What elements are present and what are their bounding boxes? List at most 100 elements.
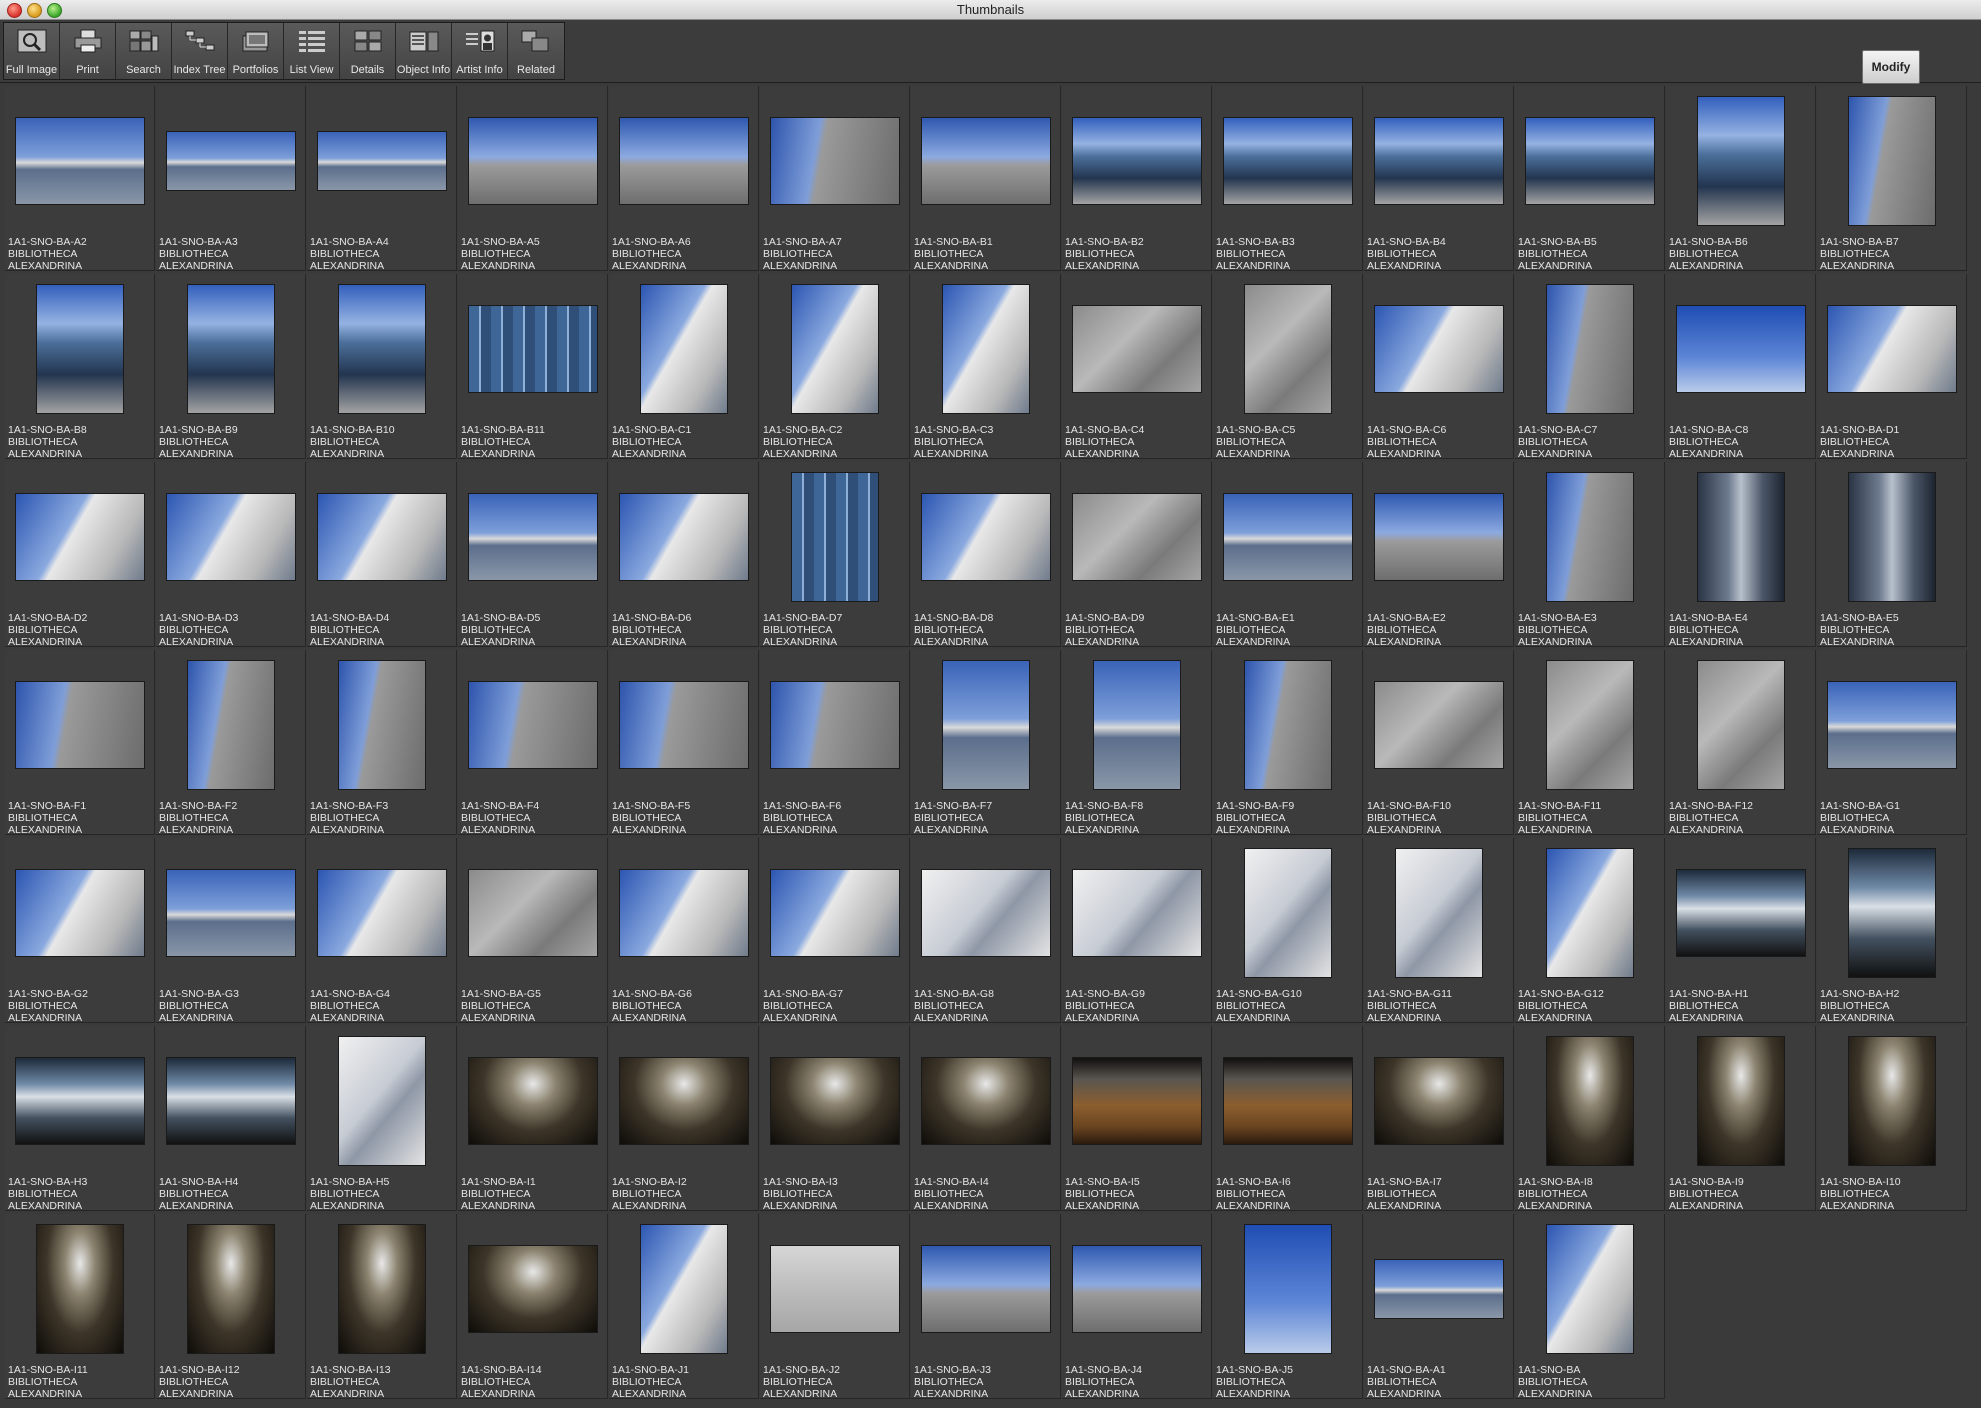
thumbnail-cell[interactable]: 1A1-SNO-BA-F2 BIBLIOTHECA ALEXANDRINA [156, 650, 306, 836]
thumbnail-cell[interactable]: 1A1-SNO-BA-G4 BIBLIOTHECA ALEXANDRINA [307, 838, 457, 1024]
thumbnail-image[interactable] [166, 131, 296, 191]
thumbnail-cell[interactable]: 1A1-SNO-BA-I7 BIBLIOTHECA ALEXANDRINA [1364, 1026, 1514, 1212]
thumbnail-cell[interactable]: 1A1-SNO-BA-I2 BIBLIOTHECA ALEXANDRINA [609, 1026, 759, 1212]
thumbnail-image[interactable] [921, 1245, 1051, 1333]
thumbnail-image[interactable] [1697, 1036, 1785, 1166]
thumbnail-image[interactable] [1072, 117, 1202, 205]
thumbnail-cell[interactable]: 1A1-SNO-BA-I14 BIBLIOTHECA ALEXANDRINA [458, 1214, 608, 1400]
thumbnail-cell[interactable]: 1A1-SNO-BA-C8 BIBLIOTHECA ALEXANDRINA [1666, 274, 1816, 460]
thumbnail-cell[interactable]: 1A1-SNO-BA-F11 BIBLIOTHECA ALEXANDRINA [1515, 650, 1665, 836]
thumbnail-cell[interactable]: 1A1-SNO-BA-A6 BIBLIOTHECA ALEXANDRINA [609, 86, 759, 272]
thumbnail-image[interactable] [1697, 472, 1785, 602]
thumbnail-cell[interactable]: 1A1-SNO-BA-D5 BIBLIOTHECA ALEXANDRINA [458, 462, 608, 648]
thumbnail-cell[interactable]: 1A1-SNO-BA-G2 BIBLIOTHECA ALEXANDRINA [5, 838, 155, 1024]
thumbnail-cell[interactable]: 1A1-SNO-BA-J1 BIBLIOTHECA ALEXANDRINA [609, 1214, 759, 1400]
thumbnail-cell[interactable]: 1A1-SNO-BA-D1 BIBLIOTHECA ALEXANDRINA [1817, 274, 1967, 460]
thumbnail-cell[interactable]: 1A1-SNO-BA-H2 BIBLIOTHECA ALEXANDRINA [1817, 838, 1967, 1024]
thumbnail-image[interactable] [791, 284, 879, 414]
thumbnail-cell[interactable]: 1A1-SNO-BA-D8 BIBLIOTHECA ALEXANDRINA [911, 462, 1061, 648]
thumbnail-cell[interactable]: 1A1-SNO-BA-C1 BIBLIOTHECA ALEXANDRINA [609, 274, 759, 460]
thumbnail-image[interactable] [770, 1057, 900, 1145]
thumbnail-cell[interactable]: 1A1-SNO-BA-F12 BIBLIOTHECA ALEXANDRINA [1666, 650, 1816, 836]
thumbnail-image[interactable] [1374, 1057, 1504, 1145]
thumbnail-cell[interactable]: 1A1-SNO-BA-F10 BIBLIOTHECA ALEXANDRINA [1364, 650, 1514, 836]
thumbnail-image[interactable] [770, 869, 900, 957]
thumbnail-image[interactable] [791, 472, 879, 602]
toolbar-index-tree-button[interactable]: Index Tree [172, 23, 228, 79]
thumbnail-cell[interactable]: 1A1-SNO-BA-F3 BIBLIOTHECA ALEXANDRINA [307, 650, 457, 836]
thumbnail-cell[interactable]: 1A1-SNO-BA-B8 BIBLIOTHECA ALEXANDRINA [5, 274, 155, 460]
thumbnail-cell[interactable]: 1A1-SNO-BA-G9 BIBLIOTHECA ALEXANDRINA [1062, 838, 1212, 1024]
thumbnail-cell[interactable]: 1A1-SNO-BA-G12 BIBLIOTHECA ALEXANDRINA [1515, 838, 1665, 1024]
thumbnail-image[interactable] [468, 117, 598, 205]
thumbnail-cell[interactable]: 1A1-SNO-BA-I1 BIBLIOTHECA ALEXANDRINA [458, 1026, 608, 1212]
thumbnail-cell[interactable]: 1A1-SNO-BA-D2 BIBLIOTHECA ALEXANDRINA [5, 462, 155, 648]
thumbnail-cell[interactable]: 1A1-SNO-BA-F8 BIBLIOTHECA ALEXANDRINA [1062, 650, 1212, 836]
thumbnail-image[interactable] [15, 1057, 145, 1145]
thumbnail-cell[interactable]: 1A1-SNO-BA-D4 BIBLIOTHECA ALEXANDRINA [307, 462, 457, 648]
toolbar-artist-info-button[interactable]: Artist Info [452, 23, 508, 79]
thumbnail-cell[interactable]: 1A1-SNO-BA-J2 BIBLIOTHECA ALEXANDRINA [760, 1214, 910, 1400]
thumbnail-cell[interactable]: 1A1-SNO-BA-F4 BIBLIOTHECA ALEXANDRINA [458, 650, 608, 836]
thumbnail-image[interactable] [1244, 1224, 1332, 1354]
thumbnail-cell[interactable]: 1A1-SNO-BA-C7 BIBLIOTHECA ALEXANDRINA [1515, 274, 1665, 460]
thumbnail-cell[interactable]: 1A1-SNO-BA-F7 BIBLIOTHECA ALEXANDRINA [911, 650, 1061, 836]
thumbnail-cell[interactable]: 1A1-SNO-BA-H1 BIBLIOTHECA ALEXANDRINA [1666, 838, 1816, 1024]
thumbnail-cell[interactable]: 1A1-SNO-BA-B5 BIBLIOTHECA ALEXANDRINA [1515, 86, 1665, 272]
thumbnail-image[interactable] [1072, 869, 1202, 957]
thumbnail-image[interactable] [1374, 305, 1504, 393]
thumbnail-image[interactable] [921, 493, 1051, 581]
thumbnail-image[interactable] [187, 660, 275, 790]
thumbnail-cell[interactable]: 1A1-SNO-BA-E2 BIBLIOTHECA ALEXANDRINA [1364, 462, 1514, 648]
thumbnail-cell[interactable]: 1A1-SNO-BA-G8 BIBLIOTHECA ALEXANDRINA [911, 838, 1061, 1024]
toolbar-magnifier-button[interactable]: Full Image [4, 23, 60, 79]
thumbnail-cell[interactable]: 1A1-SNO-BA-A5 BIBLIOTHECA ALEXANDRINA [458, 86, 608, 272]
thumbnail-cell[interactable]: 1A1-SNO-BA-J5 BIBLIOTHECA ALEXANDRINA [1213, 1214, 1363, 1400]
thumbnail-image[interactable] [317, 493, 447, 581]
thumbnail-image[interactable] [1072, 1057, 1202, 1145]
thumbnail-image[interactable] [1374, 493, 1504, 581]
thumbnail-cell[interactable]: 1A1-SNO-BA-B1 BIBLIOTHECA ALEXANDRINA [911, 86, 1061, 272]
thumbnail-cell[interactable]: 1A1-SNO-BA-I13 BIBLIOTHECA ALEXANDRINA [307, 1214, 457, 1400]
thumbnail-cell[interactable]: 1A1-SNO-BA-I4 BIBLIOTHECA ALEXANDRINA [911, 1026, 1061, 1212]
thumbnail-cell[interactable]: 1A1-SNO-BA-G1 BIBLIOTHECA ALEXANDRINA [1817, 650, 1967, 836]
thumbnail-image[interactable] [468, 869, 598, 957]
thumbnail-image[interactable] [921, 117, 1051, 205]
thumbnail-image[interactable] [1546, 1036, 1634, 1166]
thumbnail-image[interactable] [1848, 472, 1936, 602]
thumbnail-image[interactable] [338, 1036, 426, 1166]
thumbnail-image[interactable] [1072, 1245, 1202, 1333]
thumbnail-image[interactable] [166, 869, 296, 957]
thumbnail-image[interactable] [1093, 660, 1181, 790]
thumbnail-image[interactable] [1525, 117, 1655, 205]
thumbnail-image[interactable] [338, 284, 426, 414]
thumbnail-image[interactable] [15, 117, 145, 205]
thumbnail-image[interactable] [166, 1057, 296, 1145]
thumbnail-image[interactable] [1546, 1224, 1634, 1354]
thumbnail-cell[interactable]: 1A1-SNO-BA-F6 BIBLIOTHECA ALEXANDRINA [760, 650, 910, 836]
thumbnail-image[interactable] [317, 869, 447, 957]
thumbnail-cell[interactable]: 1A1-SNO-BA-I9 BIBLIOTHECA ALEXANDRINA [1666, 1026, 1816, 1212]
thumbnail-cell[interactable]: 1A1-SNO-BA-B11 BIBLIOTHECA ALEXANDRINA [458, 274, 608, 460]
thumbnail-image[interactable] [1374, 1259, 1504, 1319]
toolbar-object-info-button[interactable]: Object Info [396, 23, 452, 79]
thumbnail-image[interactable] [1546, 284, 1634, 414]
thumbnail-cell[interactable]: 1A1-SNO-BA-D3 BIBLIOTHECA ALEXANDRINA [156, 462, 306, 648]
thumbnail-cell[interactable]: 1A1-SNO-BA-D6 BIBLIOTHECA ALEXANDRINA [609, 462, 759, 648]
thumbnail-image[interactable] [1244, 660, 1332, 790]
thumbnail-image[interactable] [1827, 305, 1957, 393]
thumbnail-image[interactable] [468, 1057, 598, 1145]
thumbnail-image[interactable] [1072, 305, 1202, 393]
thumbnail-cell[interactable]: 1A1-SNO-BA-C2 BIBLIOTHECA ALEXANDRINA [760, 274, 910, 460]
thumbnail-image[interactable] [1848, 96, 1936, 226]
thumbnail-image[interactable] [1697, 660, 1785, 790]
thumbnail-cell[interactable]: 1A1-SNO-BA-B9 BIBLIOTHECA ALEXANDRINA [156, 274, 306, 460]
thumbnail-image[interactable] [1848, 1036, 1936, 1166]
thumbnail-image[interactable] [15, 869, 145, 957]
thumbnail-cell[interactable]: 1A1-SNO-BA-A4 BIBLIOTHECA ALEXANDRINA [307, 86, 457, 272]
thumbnail-image[interactable] [36, 284, 124, 414]
thumbnail-cell[interactable]: 1A1-SNO-BA-E1 BIBLIOTHECA ALEXANDRINA [1213, 462, 1363, 648]
thumbnail-cell[interactable]: 1A1-SNO-BA-J4 BIBLIOTHECA ALEXANDRINA [1062, 1214, 1212, 1400]
thumbnail-image[interactable] [468, 305, 598, 393]
thumbnail-image[interactable] [619, 117, 749, 205]
